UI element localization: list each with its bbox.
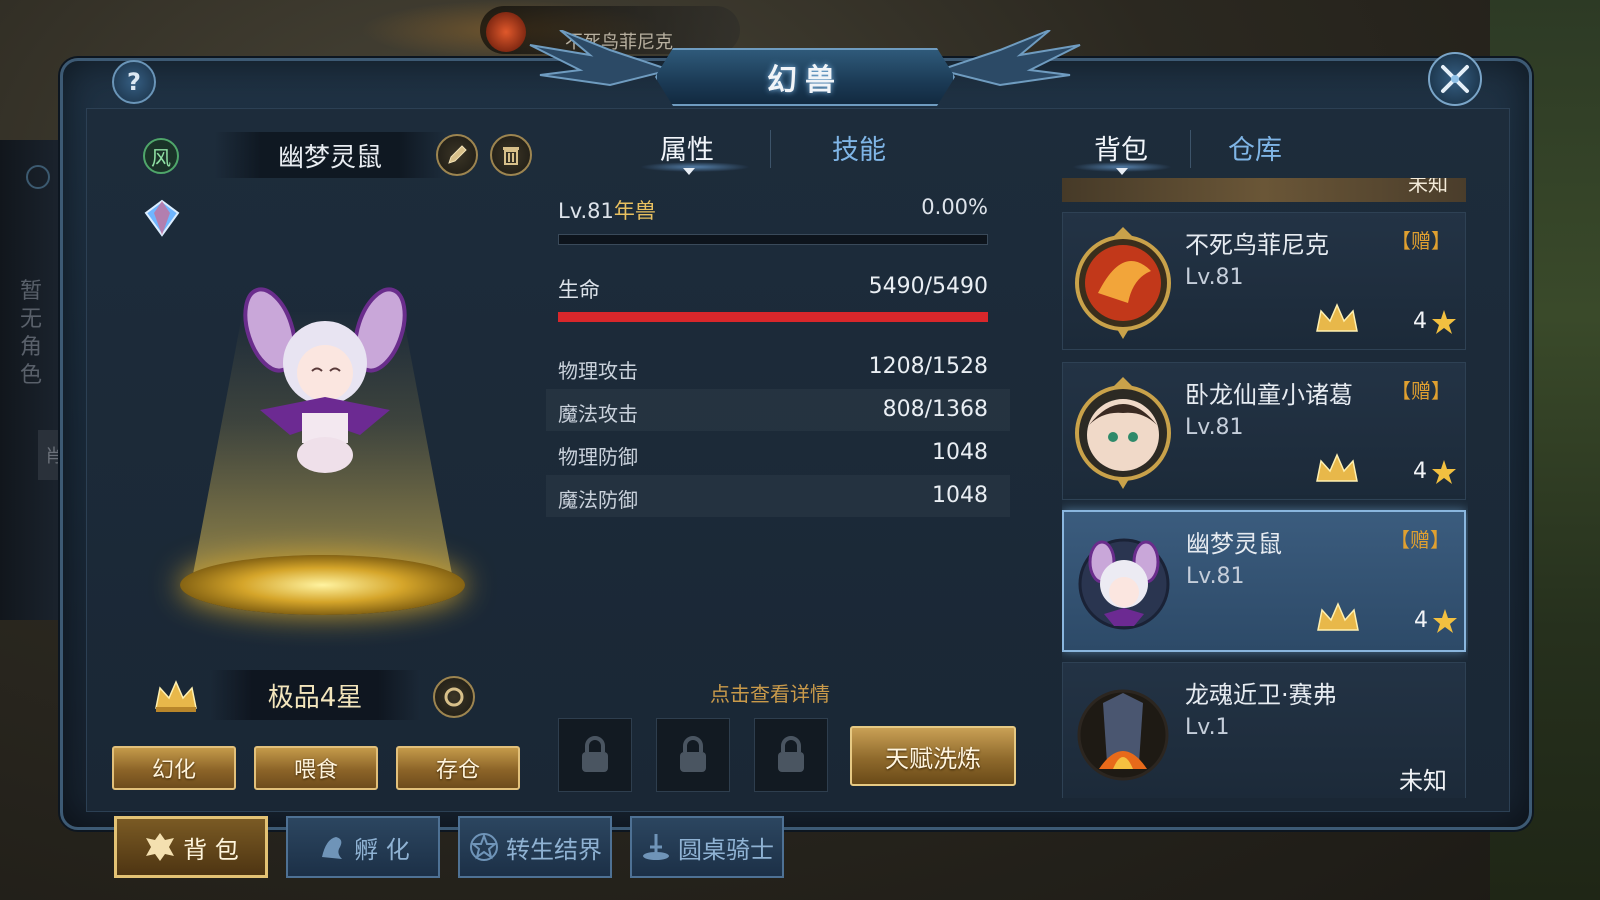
trash-icon	[503, 147, 519, 165]
nav-round-table-knights[interactable]: 圆桌骑士	[630, 816, 784, 878]
hp-value: 5490/5490	[868, 274, 988, 299]
close-button[interactable]	[1428, 52, 1482, 106]
hp-bar-fill	[558, 312, 988, 322]
rename-button[interactable]	[436, 134, 478, 176]
lock-icon	[778, 736, 804, 772]
star-icon	[1432, 310, 1456, 334]
stat-row-magic-attack: 魔法攻击 808/1368	[546, 389, 1010, 431]
list-item[interactable]: 龙魂近卫·赛弗 Lv.1 未知	[1062, 662, 1466, 798]
background-left-text: 暂无角色	[20, 279, 43, 388]
tab-attributes-underline	[640, 162, 750, 172]
help-button[interactable]: ?	[112, 60, 156, 104]
level-text: Lv.81	[558, 199, 614, 223]
window-title: 幻兽	[767, 63, 843, 98]
close-icon	[1441, 65, 1469, 93]
tab-attributes-arrow-icon	[683, 168, 695, 175]
pet-list[interactable]: 未知 不死鸟菲尼克 Lv.81 【赠】 4 卧龙仙童小诸葛 Lv.81 【赠】 …	[1062, 178, 1468, 798]
pencil-icon	[448, 145, 467, 164]
lock-icon	[680, 736, 706, 772]
background-left-dot-icon	[26, 165, 50, 189]
list-item-partial: 未知	[1062, 178, 1466, 202]
hatch-dragon-icon	[322, 837, 343, 859]
tab-warehouse[interactable]: 仓库	[1228, 128, 1282, 167]
pet-name-plate: 幽梦灵鼠	[215, 132, 445, 178]
level-line: Lv.81年兽 0.00%	[558, 195, 988, 225]
talent-slot-2[interactable]	[656, 718, 730, 792]
exp-percent: 0.00%	[921, 195, 988, 219]
pet-name: 幽梦灵鼠	[277, 142, 382, 173]
window-title-plate: 幻兽	[655, 48, 955, 106]
right-wing-ornament-icon	[940, 30, 1081, 87]
stat-row-physical-attack: 物理攻击 1208/1528	[558, 354, 988, 383]
crown-icon	[1316, 453, 1358, 482]
left-wing-ornament-icon	[529, 30, 670, 87]
pet-model-image[interactable]	[240, 285, 410, 480]
stat-row-physical-defense: 物理防御 1048	[558, 440, 988, 469]
hp-label: 生命	[558, 278, 600, 302]
sage-child-portrait-icon	[1075, 377, 1171, 489]
crown-icon	[1316, 303, 1358, 332]
phoenix-portrait-icon	[1075, 227, 1171, 339]
dragon-guard-portrait-icon	[1077, 689, 1169, 781]
transform-button[interactable]: 幻化	[112, 746, 236, 790]
star-icon	[1433, 609, 1457, 633]
nav-rebirth-realm[interactable]: 转生结界	[458, 816, 612, 878]
rank-detail-button[interactable]	[433, 676, 475, 718]
dream-mouse-portrait-icon	[1078, 538, 1170, 630]
help-icon: ?	[127, 68, 141, 96]
beast-emblem-icon	[146, 833, 175, 861]
gem-icon[interactable]	[142, 198, 182, 238]
list-item[interactable]: 卧龙仙童小诸葛 Lv.81 【赠】 4	[1062, 362, 1466, 500]
lock-icon	[582, 736, 608, 772]
nav-hatch[interactable]: 孵 化	[286, 816, 440, 878]
store-button[interactable]: 存仓	[396, 746, 520, 790]
rank-crown-icon	[155, 680, 197, 712]
talent-slot-1[interactable]	[558, 718, 632, 792]
crown-icon	[1317, 602, 1359, 631]
nav-bag[interactable]: 背 包	[114, 816, 268, 878]
rank-plate: 极品4星	[210, 670, 420, 720]
tab-bag-arrow-icon	[1116, 168, 1128, 175]
list-item-selected[interactable]: 幽梦灵鼠 Lv.81 【赠】 4	[1062, 510, 1466, 652]
stat-row-magic-defense: 魔法防御 1048	[546, 475, 1010, 517]
sword-table-icon	[643, 834, 669, 860]
tab-separator	[770, 130, 771, 168]
talent-refine-button[interactable]: 天赋洗炼	[850, 726, 1016, 786]
star-icon	[1432, 460, 1456, 484]
wind-element-icon: 风	[143, 138, 179, 174]
exp-bar	[558, 234, 988, 245]
release-button[interactable]	[490, 134, 532, 176]
feed-button[interactable]: 喂食	[254, 746, 378, 790]
magnifier-icon	[444, 687, 464, 707]
tab-skills[interactable]: 技能	[832, 128, 886, 167]
pet-pedestal	[180, 555, 465, 615]
talent-slot-3[interactable]	[754, 718, 828, 792]
tab-separator	[1190, 130, 1191, 168]
beast-type: 年兽	[613, 199, 656, 223]
rank-text: 极品4星	[267, 682, 363, 713]
list-item[interactable]: 不死鸟菲尼克 Lv.81 【赠】 4	[1062, 212, 1466, 350]
view-details-link[interactable]: 点击查看详情	[680, 678, 860, 707]
hp-bar	[558, 312, 988, 322]
pentagram-icon	[470, 833, 498, 861]
